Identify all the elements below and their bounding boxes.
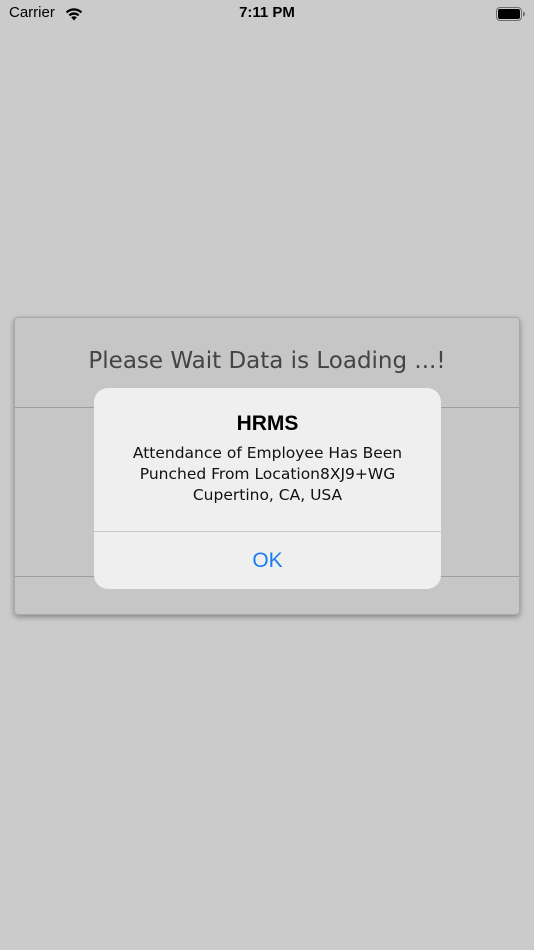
clock: 7:11 PM: [239, 4, 295, 21]
alert-message: Attendance of Employee Has Been Punched …: [132, 444, 403, 504]
alert-dialog: HRMS Attendance of Employee Has Been Pun…: [94, 388, 441, 589]
battery-icon: [496, 7, 525, 21]
alert-title: HRMS: [236, 412, 299, 435]
ok-button[interactable]: OK: [94, 532, 441, 589]
loading-message: Please Wait Data is Loading ...!: [88, 348, 446, 374]
status-bar: Carrier 7:11 PM: [0, 0, 534, 28]
